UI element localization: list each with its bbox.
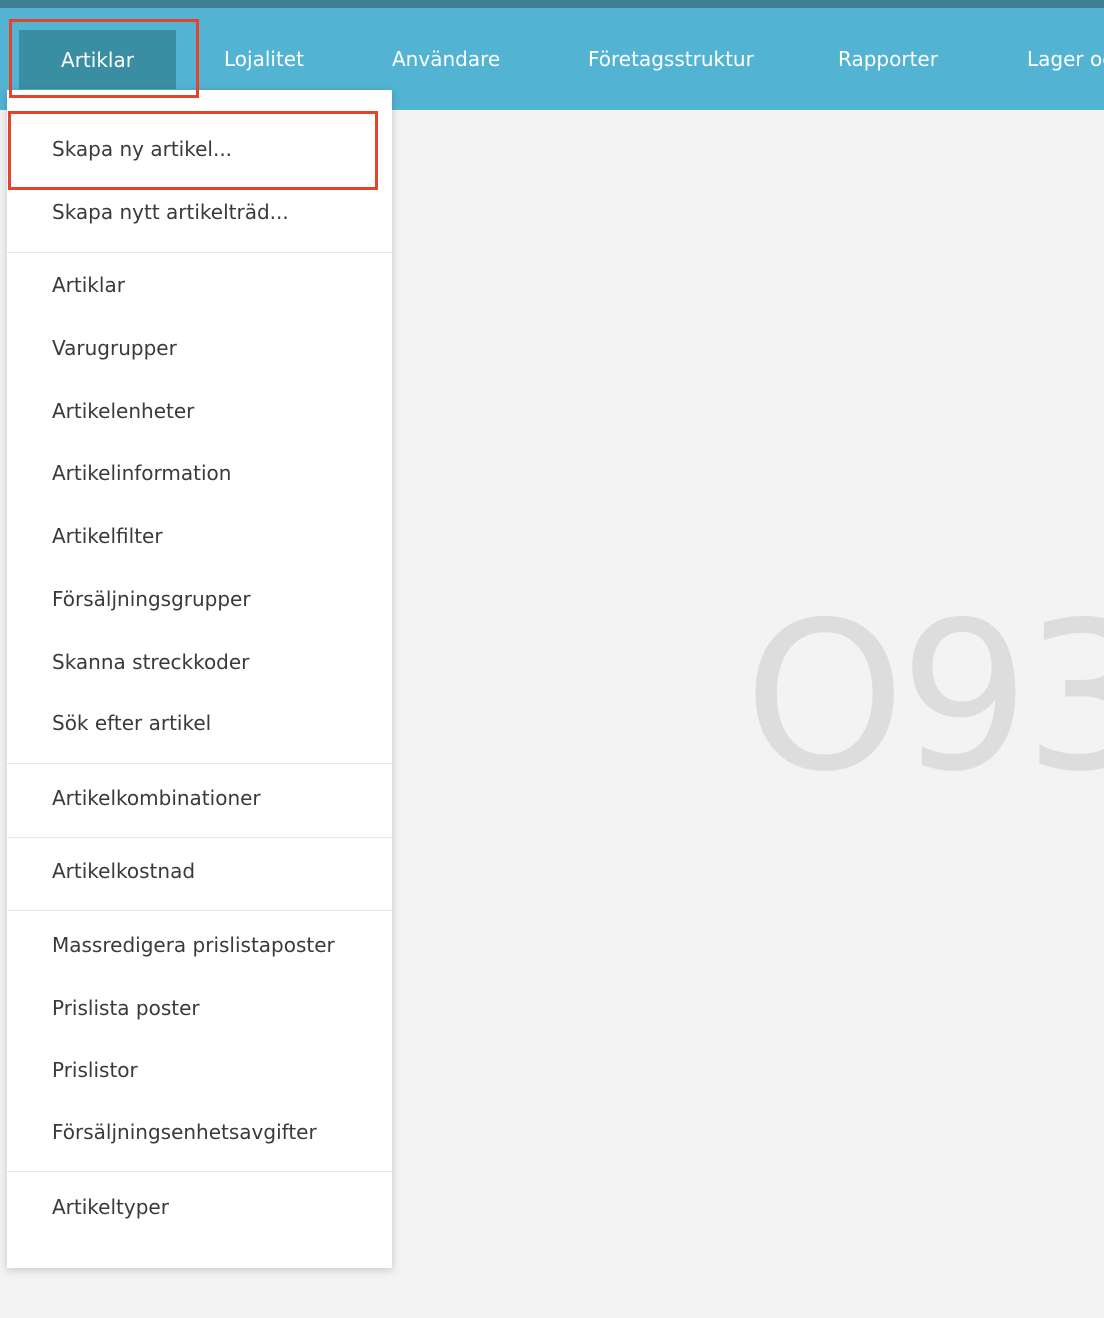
menu-item-forsaljningsenhetsavgifter[interactable]: Försäljningsenhetsavgifter <box>52 1119 317 1145</box>
menu-item-artikelkombinationer[interactable]: Artikelkombinationer <box>52 785 261 811</box>
tab-artiklar[interactable]: Artiklar <box>19 30 176 89</box>
menu-item-sok-efter-artikel[interactable]: Sök efter artikel <box>52 710 211 736</box>
menu-item-prislistor[interactable]: Prislistor <box>52 1057 138 1083</box>
menu-item-prislista-poster[interactable]: Prislista poster <box>52 995 200 1021</box>
menu-divider <box>7 1171 392 1172</box>
menu-item-artikelkostnad[interactable]: Artikelkostnad <box>52 858 195 884</box>
tab-foretagsstruktur[interactable]: Företagsstruktur <box>588 8 754 110</box>
menu-item-artikelenheter[interactable]: Artikelenheter <box>52 398 194 424</box>
tab-rapporter[interactable]: Rapporter <box>838 8 938 110</box>
menu-item-artikelinformation[interactable]: Artikelinformation <box>52 460 231 486</box>
menu-item-artikelfilter[interactable]: Artikelfilter <box>52 523 163 549</box>
tab-anvandare[interactable]: Användare <box>392 8 500 110</box>
tab-lager[interactable]: Lager oc <box>1027 8 1104 110</box>
menu-item-varugrupper[interactable]: Varugrupper <box>52 335 177 361</box>
menu-divider <box>7 763 392 764</box>
menu-item-skapa-nytt-artikeltrad[interactable]: Skapa nytt artikelträd... <box>52 199 289 225</box>
artiklar-dropdown-menu: Skapa ny artikel... Skapa nytt artikeltr… <box>7 90 392 1268</box>
menu-divider <box>7 252 392 253</box>
menu-item-skapa-ny-artikel[interactable]: Skapa ny artikel... <box>52 136 232 162</box>
menu-item-massredigera-prislistaposter[interactable]: Massredigera prislistaposter <box>52 932 335 958</box>
logo-watermark: O93 <box>744 579 1104 817</box>
menu-divider <box>7 910 392 911</box>
top-strip <box>0 0 1104 8</box>
menu-item-artikeltyper[interactable]: Artikeltyper <box>52 1194 169 1220</box>
menu-item-skanna-streckkoder[interactable]: Skanna streckkoder <box>52 649 249 675</box>
menu-item-forsaljningsgrupper[interactable]: Försäljningsgrupper <box>52 586 251 612</box>
menu-item-artiklar[interactable]: Artiklar <box>52 272 125 298</box>
menu-divider <box>7 837 392 838</box>
